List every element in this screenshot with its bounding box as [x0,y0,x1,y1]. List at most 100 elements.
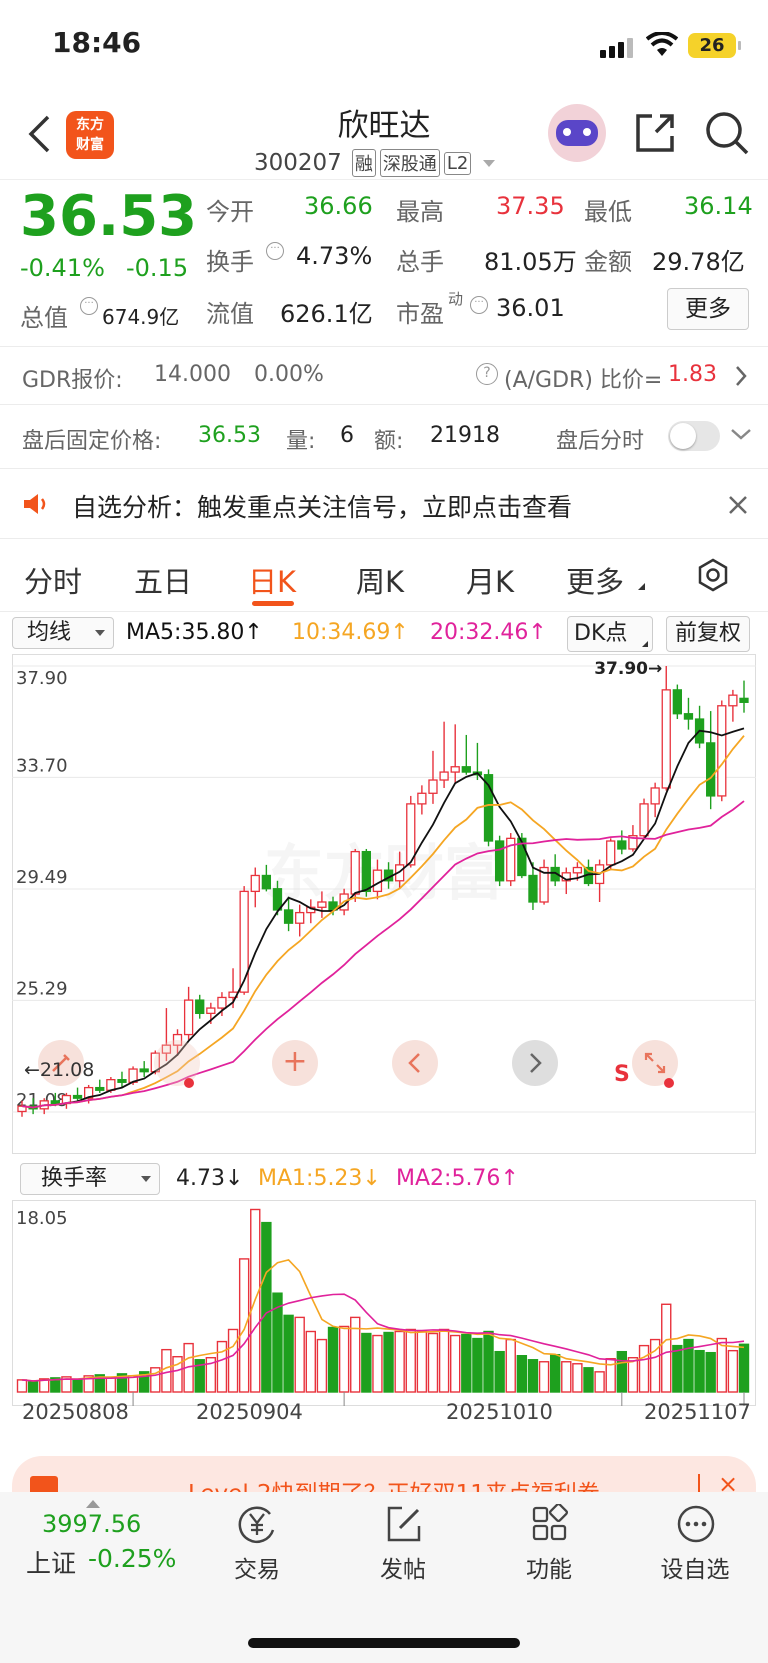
share-icon[interactable] [632,110,678,156]
close-icon[interactable] [728,495,748,515]
gdr-label: GDR报价: [22,368,123,393]
stock-header: 东方 财富 欣旺达 300207 融 深股通 L2 [0,92,768,180]
afterhours-label: 盘后固定价格: [22,429,162,454]
nav-post[interactable]: 发帖 [348,1504,458,1584]
search-icon[interactable] [704,110,750,156]
index-change[interactable]: -0.25% [88,1544,176,1573]
ma-selector-label: 均线 [27,620,72,645]
robot-assistant-icon[interactable] [548,104,606,162]
volume-bar [161,1348,172,1393]
candle-body [139,1068,149,1073]
candle-body [117,1079,127,1083]
amount-label: 金额 [584,248,632,276]
ma-selector[interactable]: 均线 [12,617,114,649]
date-label: 20251107 [644,1400,751,1424]
candle-body [494,840,505,882]
price-axis-label: 33.70 [16,755,68,776]
amount-value: 29.78亿 [652,248,745,276]
chevron-right-icon[interactable] [734,365,748,387]
nav-functions[interactable]: 功能 [494,1504,604,1584]
home-indicator [248,1638,520,1648]
volume-bar [294,1316,305,1393]
notice-bar[interactable]: 自选分析：触发重点关注信号，立即点击查看 [0,468,768,538]
candle-body [250,874,260,893]
candle-body [717,705,727,797]
more-button[interactable]: 更多 [667,288,749,330]
index-value[interactable]: 3997.56 [42,1510,141,1538]
stock-subtitle[interactable]: 300207 融 深股通 L2 [254,148,496,178]
tab-five-day[interactable]: 五日 [134,559,192,601]
caret-down-icon [483,159,496,167]
candle-body [428,779,438,794]
low-marker-value: 21.08 [39,1059,95,1081]
candle-body [439,771,449,781]
adjust-price-button[interactable]: 前复权 [666,616,750,652]
turnover-selector[interactable]: 换手率 [20,1163,160,1195]
candle-body [417,792,427,805]
index-name[interactable]: 上证 [26,1544,76,1580]
ma5-text: MA5:35.80 [126,620,245,645]
turnover-selector-label: 换手率 [41,1166,108,1191]
ma2-text: MA2:5.76 [396,1166,501,1191]
chevron-down-icon[interactable] [730,427,752,441]
pe-sup: 动 [448,290,464,308]
afterhours-toggle[interactable] [668,421,720,451]
zoom-in-button[interactable]: + [272,1040,318,1086]
volume-bar [483,1330,494,1393]
status-time: 18:46 [52,26,142,59]
candle-body [606,840,616,866]
info-icon[interactable]: ··· [80,297,98,315]
volume-bar [494,1350,505,1393]
turnover-chart[interactable]: 18.05 [12,1200,756,1406]
candle-body [317,901,327,908]
date-label: 20250808 [22,1400,129,1424]
nav-add-watchlist[interactable]: 设自选 [640,1504,750,1584]
tab-intraday[interactable]: 分时 [24,559,82,601]
tab-more[interactable]: 更多 [566,559,624,601]
volume-bar [450,1334,461,1393]
gear-icon[interactable] [694,557,732,595]
volume-bar [227,1328,239,1393]
notification-dot [664,1078,674,1088]
info-icon[interactable]: ··· [470,296,488,314]
low-label: 最低 [584,198,632,226]
gdr-row[interactable]: GDR报价: 14.000 0.00% ? (A/GDR) 比价= 1.83 [0,346,768,404]
low-value: 36.14 [684,192,753,220]
nav-trade[interactable]: 交易 [202,1504,312,1584]
date-label: 20251010 [446,1400,553,1424]
signal-icon [600,36,634,58]
candle-body [72,1094,83,1099]
volume-bar [516,1355,528,1393]
tab-daily-k[interactable]: 日K [248,559,296,601]
question-icon[interactable]: ? [476,363,498,385]
expand-icon [644,1052,666,1074]
tab-monthly-k[interactable]: 月K [466,559,514,601]
volume-bar [738,1343,750,1393]
ma5-value: MA5:35.80↑ [126,620,263,645]
dk-point-button[interactable]: DK点 [567,616,653,652]
volume-bar [616,1350,628,1393]
ma10-text: 10:34.69 [292,620,391,645]
high-value: 37.35 [496,192,565,220]
next-button[interactable] [512,1040,558,1086]
prev-button[interactable] [392,1040,438,1086]
volume-bar [394,1330,405,1393]
price-axis-label: 37.90 [16,668,68,689]
dk-label: DK点 [574,621,628,646]
volume-bar [361,1332,372,1393]
volume-bar [283,1314,294,1393]
candle-body [661,689,671,789]
candle-body [195,999,205,1015]
caret-down-icon [141,1176,151,1182]
bottom-nav: 3997.56 上证 -0.25% 交易 发帖 功能 设自选 [0,1492,768,1663]
tab-weekly-k[interactable]: 周K [356,559,404,601]
caret-down-icon [95,630,105,636]
overlay-button-2[interactable] [154,1040,200,1086]
info-icon[interactable]: ··· [266,242,284,260]
candle-body [572,866,583,874]
candle-body [361,850,371,893]
caret-up-icon [86,1500,100,1508]
volume-bar [438,1328,450,1393]
candle-body [50,1100,60,1105]
volume-bar [372,1334,383,1393]
